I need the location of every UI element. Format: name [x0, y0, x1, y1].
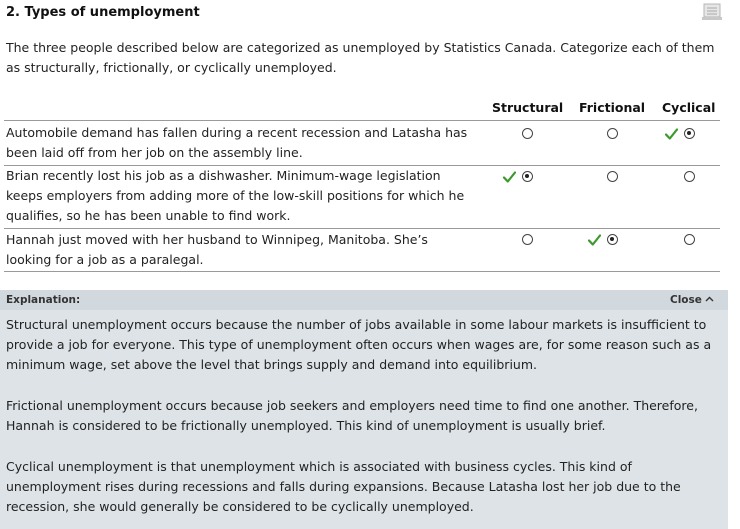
column-header-frictional: Frictional [579, 100, 646, 115]
explanation-frictional-text: Frictional unemployment occurs because j… [6, 398, 698, 433]
question-intro: The three people described below are cat… [6, 40, 715, 75]
explanation-header: Explanation: Close [0, 290, 728, 310]
explanation-structural-text: Structural unemployment occurs because t… [6, 317, 712, 372]
row-latasha-frictional-radio[interactable] [607, 128, 618, 139]
explanation-label: Explanation: [6, 294, 81, 306]
row-brian-structural-radio[interactable] [522, 171, 533, 182]
row-latasha-text: Automobile demand has fallen during a re… [6, 125, 468, 160]
row-brian-text: Brian recently lost his job as a dishwas… [6, 168, 465, 223]
close-button[interactable]: Close [670, 294, 702, 306]
column-header-cyclical: Cyclical [662, 100, 716, 115]
column-header-structural: Structural [492, 100, 564, 115]
notes-icon[interactable] [701, 3, 723, 21]
row-brian-cyclical-radio[interactable] [684, 171, 695, 182]
divider [4, 228, 720, 229]
row-latasha-structural-radio[interactable] [522, 128, 533, 139]
divider [4, 120, 720, 121]
divider [4, 271, 720, 272]
checkmark-icon [665, 128, 678, 140]
row-hannah-text: Hannah just moved with her husband to Wi… [6, 232, 428, 267]
explanation-panel: Explanation: Close Structural unemployme… [0, 290, 728, 529]
checkmark-icon [503, 171, 516, 183]
row-brian-frictional-radio[interactable] [607, 171, 618, 182]
row-hannah-cyclical-radio[interactable] [684, 234, 695, 245]
question-title: 2. Types of unemployment [6, 5, 200, 20]
checkmark-icon [588, 234, 601, 246]
explanation-cyclical-text: Cyclical unemployment is that unemployme… [6, 459, 681, 514]
row-hannah-structural-radio[interactable] [522, 234, 533, 245]
row-latasha-cyclical-radio[interactable] [684, 128, 695, 139]
row-hannah-frictional-radio[interactable] [607, 234, 618, 245]
chevron-up-icon[interactable] [705, 296, 714, 302]
